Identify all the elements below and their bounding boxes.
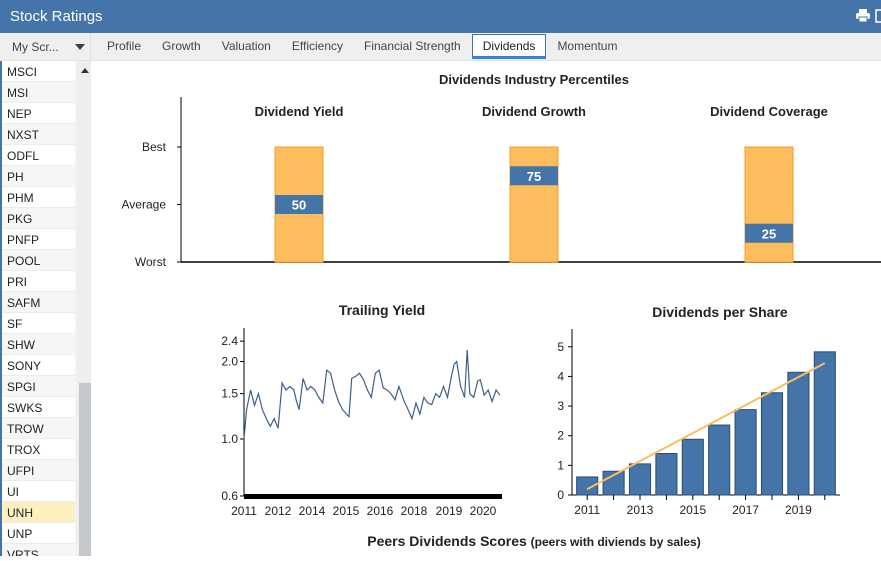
dps-bar (760, 392, 784, 496)
ticker-item[interactable]: SHW (2, 334, 75, 355)
dps-bar (708, 424, 731, 496)
trailing-yield-title: Trailing Yield (339, 302, 425, 318)
trailing-yield-x-tick-label: 2018 (401, 504, 428, 518)
peers-title-main: Peers Dividends Scores (367, 533, 530, 549)
dps-y-tick-label: 3 (557, 399, 564, 413)
ticker-item[interactable]: SONY (2, 355, 75, 376)
tab-dividends[interactable]: Dividends (471, 34, 547, 59)
peers-dividends-title: Peers Dividends Scores (peers with divie… (367, 533, 700, 549)
dps-y-tick-label: 4 (557, 369, 564, 383)
percentiles-category-label: Dividend Growth (482, 104, 586, 119)
dps-y-tick-label: 5 (557, 340, 564, 354)
ticker-item[interactable]: MSI (2, 82, 75, 103)
trailing-yield-x-tick-label: 2020 (470, 504, 497, 518)
screen-selector[interactable]: My Scr... (0, 33, 91, 61)
tab-efficiency[interactable]: Efficiency (282, 33, 353, 59)
screen-selector-label: My Scr... (12, 40, 59, 54)
trailing-yield-line (243, 349, 501, 439)
percentile-value-label: 50 (292, 198, 306, 213)
app-header: Stock Ratings (0, 0, 881, 33)
ticker-list: MSCI MSI NEP NXST ODFL PH PHM PKG PNFP POOL PRI SAF… (2, 61, 75, 556)
trailing-yield-y-tick-label: 2.4 (221, 334, 238, 348)
dps-y-tick-label: 0 (557, 488, 564, 502)
trailing-yield-x-tick-label: 2016 (367, 504, 394, 518)
scroll-up-icon[interactable] (81, 68, 89, 73)
dps-y-tick-label: 1 (557, 458, 564, 472)
ticker-item[interactable]: SWKS (2, 397, 75, 418)
percentile-bar (509, 146, 559, 263)
trailing-yield-x-tick-label: 2012 (265, 504, 292, 518)
dps-x-tick-label: 2019 (785, 503, 812, 517)
dps-bar (628, 463, 652, 496)
ticker-item[interactable]: UFPI (2, 460, 75, 481)
trailing-yield-y-tick-label: 0.6 (221, 489, 238, 503)
dps-bar (734, 409, 757, 496)
trailing-yield-x-axis (244, 494, 502, 499)
dps-x-tick-label: 2015 (679, 503, 706, 517)
dps-x-tick-label: 2011 (574, 503, 600, 517)
ticker-item[interactable]: MSCI (2, 61, 75, 82)
ticker-item[interactable]: UI (2, 481, 75, 502)
ticker-item[interactable]: SPGI (2, 376, 75, 397)
percentiles-category-label: Dividend Coverage (710, 104, 828, 119)
ticker-item[interactable]: TROX (2, 439, 75, 460)
trailing-yield-y-tick-label: 1.5 (221, 387, 238, 401)
percentiles-title: Dividends Industry Percentiles (439, 72, 629, 87)
percentiles-y-tick-label: Average (122, 198, 167, 212)
dividends-charts: Dividends Industry Percentiles Worst Avera… (122, 72, 881, 549)
window-icon[interactable] (875, 9, 881, 23)
dps-bar (681, 438, 704, 496)
ticker-item[interactable]: POOL (2, 250, 75, 271)
ticker-item[interactable]: UNH (2, 502, 75, 523)
dps-bar (655, 453, 678, 496)
percentiles-y-tick-label: Worst (135, 255, 167, 269)
trailing-yield-x-tick-label: 2019 (436, 504, 463, 518)
app-title: Stock Ratings (10, 8, 103, 25)
trailing-yield-x-tick-label: 2011 (231, 504, 257, 518)
percentiles-y-tick-label: Best (142, 140, 167, 154)
tab-bar: My Scr... Profile Growth Valuation Efficien… (0, 33, 881, 61)
ticker-item[interactable]: ODFL (2, 145, 75, 166)
ticker-item[interactable]: PRI (2, 271, 75, 292)
ticker-sidebar: MSCI MSI NEP NXST ODFL PH PHM PKG PNFP POOL PRI SAF… (0, 61, 91, 556)
dps-title: Dividends per Share (652, 304, 788, 320)
ticker-item[interactable]: SF (2, 313, 75, 334)
dps-x-tick-label: 2013 (627, 503, 654, 517)
ticker-item[interactable]: SAFM (2, 292, 75, 313)
tab-valuation[interactable]: Valuation (212, 33, 281, 59)
ticker-item[interactable]: PKG (2, 208, 75, 229)
ticker-item[interactable]: PNFP (2, 229, 75, 250)
percentile-value-label: 25 (762, 226, 776, 241)
ticker-item[interactable]: VRTS (2, 544, 75, 556)
ticker-item[interactable]: NEP (2, 103, 75, 124)
percentiles-category-label: Dividend Yield (255, 104, 344, 119)
scrollbar-thumb[interactable] (79, 383, 91, 556)
trailing-yield-y-tick-label: 2.0 (221, 355, 238, 369)
main-panel: Dividends Industry Percentiles Worst Avera… (93, 61, 881, 556)
ticker-item[interactable]: PHM (2, 187, 75, 208)
tab-growth[interactable]: Growth (152, 33, 211, 59)
scrollbar[interactable] (77, 61, 91, 556)
tab-financial-strength[interactable]: Financial Strength (354, 33, 471, 59)
percentile-value-label: 75 (527, 169, 541, 184)
ticker-item[interactable]: NXST (2, 124, 75, 145)
dps-y-tick-label: 2 (557, 429, 564, 443)
percentile-bar (744, 146, 794, 263)
dps-bar (813, 351, 836, 496)
tab-profile[interactable]: Profile (97, 33, 151, 59)
tab-momentum[interactable]: Momentum (547, 33, 627, 59)
dps-x-tick-label: 2017 (732, 503, 759, 517)
peers-title-subtitle: (peers with diviends by sales) (531, 535, 701, 549)
ticker-item[interactable]: UNP (2, 523, 75, 544)
trailing-yield-x-tick-label: 2014 (299, 504, 326, 518)
trailing-yield-y-tick-label: 1.0 (221, 432, 238, 446)
dps-bar (787, 371, 810, 496)
ticker-item[interactable]: PH (2, 166, 75, 187)
tabs: Profile Growth Valuation Efficiency Financia… (97, 33, 628, 61)
print-icon[interactable] (855, 9, 871, 23)
trailing-yield-x-tick-label: 2015 (333, 504, 360, 518)
ticker-item[interactable]: TROW (2, 418, 75, 439)
chevron-down-icon[interactable] (75, 44, 85, 50)
